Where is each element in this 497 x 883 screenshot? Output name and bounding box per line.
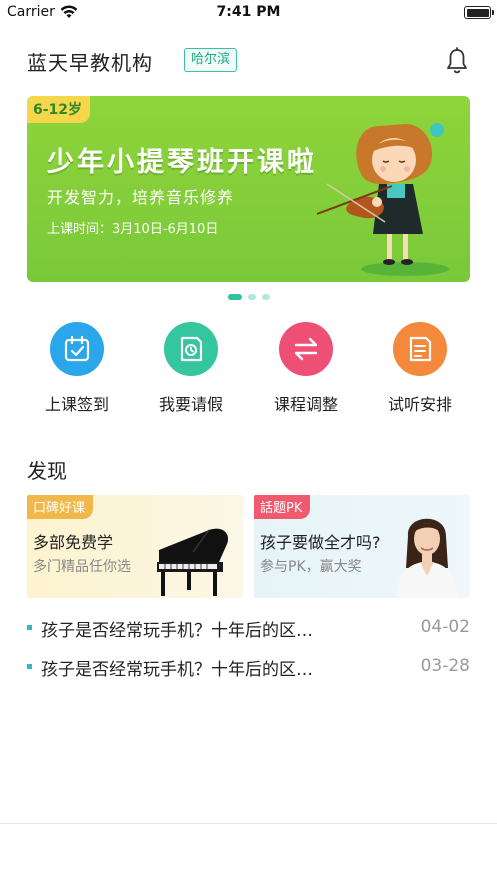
app-header: 蓝天早教机构 哈尔滨 <box>0 40 497 84</box>
quick-action-label: 我要请假 <box>158 395 223 414</box>
piano-illustration <box>157 528 229 596</box>
bell-icon[interactable] <box>445 47 469 75</box>
quick-action-label: 课程调整 <box>273 395 338 414</box>
pagination-dot-active[interactable] <box>227 294 242 300</box>
banner-subtitle: 开发智力，培养音乐修养 <box>47 188 235 207</box>
news-date: 04-02 <box>420 617 470 637</box>
quick-action-audition[interactable]: 试听安排 <box>370 322 470 414</box>
battery-icon <box>464 6 491 19</box>
banner-pagination[interactable] <box>0 294 497 300</box>
swap-arrows-icon[interactable] <box>279 322 333 376</box>
news-bullet <box>27 664 32 669</box>
battery-cap <box>492 10 494 15</box>
news-title: 孩子是否经常玩手机？十年后的区… <box>41 621 313 641</box>
pagination-dot[interactable] <box>261 294 270 300</box>
banner-schedule: 上课时间：3月10日-6月10日 <box>47 222 219 237</box>
discover-title: 发现 <box>27 459 67 483</box>
banner-title: 少年小提琴班开课啦 <box>47 147 317 178</box>
discover-card-pk[interactable]: 話题PK 孩子要做全才吗? 参与PK，赢大奖 <box>254 495 470 598</box>
clock-time: 7:41 PM <box>216 4 281 20</box>
quick-action-leave[interactable]: 我要请假 <box>141 322 241 414</box>
pagination-dot[interactable] <box>247 294 256 300</box>
promo-banner[interactable]: 6-12岁 少年小提琴班开课啦 开发智力，培养音乐修养 上课时间：3月10日-6… <box>27 96 470 282</box>
tab-bar-divider <box>0 823 497 824</box>
card-subtitle: 参与PK，赢大奖 <box>260 559 362 575</box>
woman-portrait-illustration <box>396 518 458 598</box>
audition-schedule-icon[interactable] <box>393 322 447 376</box>
card-title: 多部免费学 <box>33 533 114 552</box>
quick-action-adjust[interactable]: 课程调整 <box>256 322 356 414</box>
news-title: 孩子是否经常玩手机？十年后的区… <box>41 660 313 680</box>
organization-title: 蓝天早教机构 <box>27 51 153 75</box>
leave-request-icon[interactable] <box>164 322 218 376</box>
city-selector[interactable]: 哈尔滨 <box>184 48 238 72</box>
news-date: 03-28 <box>420 656 470 676</box>
card-subtitle: 多门精品任你选 <box>33 559 131 575</box>
news-bullet <box>27 625 32 630</box>
quick-action-label: 上课签到 <box>44 395 109 414</box>
news-item[interactable]: 孩子是否经常玩手机？十年后的区… 04-02 <box>27 614 470 641</box>
quick-action-label: 试听安排 <box>387 395 452 414</box>
violin-girl-illustration <box>317 123 449 276</box>
status-bar: Carrier 7:41 PM <box>0 0 497 26</box>
age-tag: 6-12岁 <box>27 96 91 123</box>
quick-action-checkin[interactable]: 上课签到 <box>27 322 127 414</box>
card-tag: 話题PK <box>254 495 311 519</box>
discover-card-courses[interactable]: 口碑好课 多部免费学 多门精品任你选 <box>27 495 243 598</box>
card-tag: 口碑好课 <box>27 495 94 519</box>
card-title: 孩子要做全才吗? <box>260 533 381 552</box>
news-item[interactable]: 孩子是否经常玩手机？十年后的区… 03-28 <box>27 653 470 680</box>
calendar-check-icon[interactable] <box>50 322 104 376</box>
